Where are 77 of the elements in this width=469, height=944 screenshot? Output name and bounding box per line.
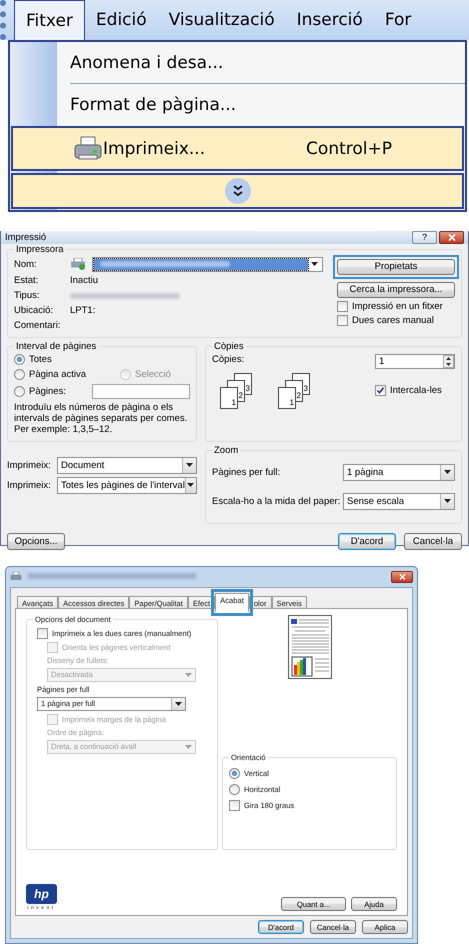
dropdown[interactable]: Document <box>57 456 197 474</box>
field-label: Nom: <box>14 258 38 270</box>
page-stack-drawing: 3 2 1 <box>278 372 310 409</box>
checkbox-label: Intercala-les <box>390 385 442 396</box>
hint-text: Introduïu els números de pàgina o els intervals de pàgines separats per comes. Per exemple: 1,3,5–12. <box>14 402 188 436</box>
radio-label: Pàgines: <box>29 386 66 397</box>
field-label: Ubicació: <box>14 304 54 317</box>
dropdown-arrow-icon <box>444 499 451 504</box>
menu-bar-item[interactable]: Inserció <box>286 0 374 40</box>
checkbox[interactable] <box>375 385 386 396</box>
window-title: Impressió <box>5 232 48 243</box>
checkbox-label: Impressió en un fitxer <box>352 300 443 312</box>
expand-menu-button[interactable] <box>11 173 464 209</box>
copies-spinner[interactable]: 1 <box>375 354 455 369</box>
checkbox[interactable] <box>37 628 48 639</box>
dropdown-arrow-icon <box>186 463 193 468</box>
field-label: Escala-ho a la mida del paper: <box>212 496 342 507</box>
field-label: Imprimeix: <box>7 480 52 491</box>
properties-button[interactable]: Propietats <box>337 258 455 275</box>
radio-button[interactable] <box>229 768 240 779</box>
close-button[interactable] <box>439 230 464 244</box>
dropdown-arrow-icon <box>187 483 194 488</box>
printer-icon <box>70 258 86 270</box>
field-label: Còpies: <box>212 354 246 365</box>
close-icon <box>448 234 456 241</box>
dropdown[interactable]: Sense escala <box>343 492 455 510</box>
menu-bar-item[interactable]: Fitxer <box>14 0 85 40</box>
help-button[interactable]: ? <box>412 230 437 244</box>
menu-bar-item[interactable]: For <box>374 0 422 40</box>
printer-icon <box>10 572 22 582</box>
dropdown-arrow-icon <box>184 672 192 677</box>
chevron-down-icon <box>224 177 252 205</box>
field-label: Estat: <box>14 274 40 287</box>
group-label: Interval de pàgines <box>15 340 98 352</box>
menu-item[interactable]: Format de pàgina... <box>10 84 465 125</box>
field-label: Pàgines per full: <box>212 466 282 478</box>
page-stack-drawing: 3 2 1 <box>220 372 252 409</box>
radio-label: Totes <box>29 354 52 365</box>
close-icon <box>398 574 406 580</box>
radio-button[interactable] <box>14 354 25 365</box>
group-label: Còpies <box>213 340 245 352</box>
dropdown[interactable]: 1 pàgina <box>343 464 455 481</box>
field-label: Comentari: <box>14 320 62 332</box>
printer-icon <box>73 136 103 162</box>
menu-item[interactable]: Imprimeix... Control+P <box>11 126 464 171</box>
group-label: Zoom <box>213 444 240 456</box>
dropdown-arrow-icon <box>184 744 192 749</box>
dialog-button[interactable]: D'acord <box>338 532 396 550</box>
field-value: Inactiu <box>70 274 99 287</box>
spin-arrows-icon[interactable] <box>443 354 454 368</box>
dialog-button[interactable]: Cancel·la <box>404 532 462 550</box>
radio-button[interactable] <box>14 386 25 397</box>
options-button[interactable]: Opcions... <box>7 532 65 550</box>
dropdown-arrow-icon <box>175 702 182 706</box>
printer-dropdown[interactable] <box>92 256 323 272</box>
menu-bar-item[interactable]: Edició <box>84 0 158 40</box>
dropdown-arrow-icon <box>444 470 451 474</box>
checkbox[interactable] <box>337 314 348 326</box>
radio-button[interactable] <box>229 784 240 795</box>
checkbox[interactable] <box>337 300 348 312</box>
menu-bar-item[interactable]: Visualització <box>158 0 286 40</box>
find-printer-button[interactable]: Cerca la impressora... <box>337 282 455 298</box>
close-button[interactable] <box>391 570 413 583</box>
checkbox-label: Dues cares manual <box>352 314 434 326</box>
pages-input[interactable] <box>92 384 190 399</box>
field-label: Imprimeix: <box>7 460 52 471</box>
field-value: LPT1: <box>70 304 96 317</box>
group-label: Impressora <box>15 244 65 255</box>
field-label: Tipus: <box>14 290 41 302</box>
radio-label: Pàgina activa <box>29 368 86 380</box>
radio-label: Selecció <box>135 368 171 380</box>
menu-item[interactable]: Anomena i desa... <box>70 42 465 84</box>
checkbox[interactable] <box>229 800 240 811</box>
dropdown-arrow-icon <box>311 262 318 266</box>
radio-button[interactable] <box>14 368 25 380</box>
page-preview-drawing <box>288 614 332 679</box>
dropdown[interactable]: Totes les pàgines de l'interval <box>57 476 197 494</box>
